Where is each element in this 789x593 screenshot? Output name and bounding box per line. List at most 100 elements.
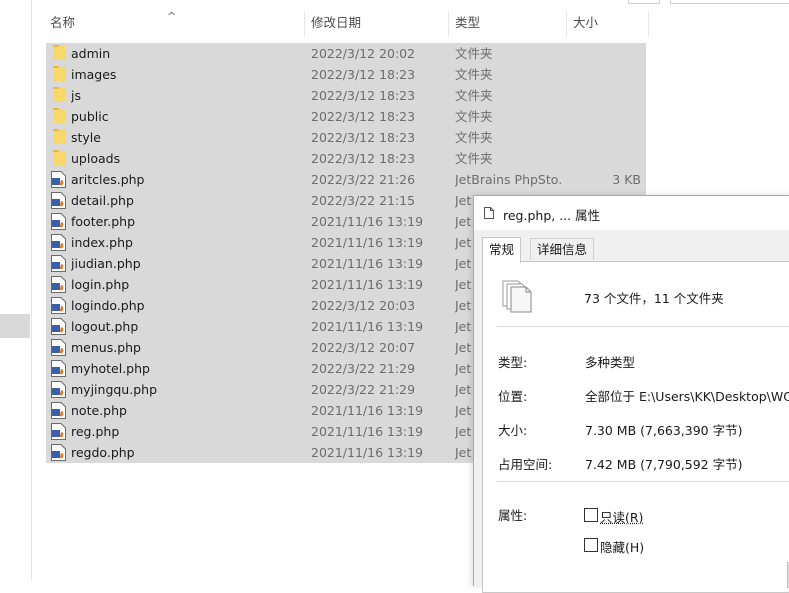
file-row[interactable]: public 2022/3/12 18:23 文件夹 — [46, 106, 646, 127]
file-name: myjingqu.php — [71, 382, 157, 397]
file-modified-date: 2022/3/12 18:23 — [311, 88, 416, 103]
file-modified-date: 2022/3/12 20:07 — [311, 340, 416, 355]
file-size — [566, 106, 641, 127]
file-modified-date: 2022/3/22 21:29 — [311, 382, 416, 397]
hidden-checkbox-label[interactable]: 隐藏(H) — [600, 537, 644, 556]
php-file-icon — [50, 316, 66, 337]
file-modified-date: 2022/3/22 21:15 — [311, 193, 416, 208]
folder-icon — [50, 85, 66, 106]
column-header-size-label: 大小 — [573, 15, 599, 30]
file-row[interactable]: admin 2022/3/12 20:02 文件夹 — [46, 43, 646, 64]
properties-dialog[interactable]: reg.php, ... 属性 常规 详细信息 73 个文件，11 个文件夹 类… — [473, 195, 789, 593]
disk-size-value: 7.42 MB (7,790,592 字节) — [585, 457, 743, 472]
file-size: 3 KB — [612, 172, 641, 187]
folder-icon — [50, 106, 66, 127]
file-name: jiudian.php — [71, 256, 141, 271]
toolbar-edge — [628, 0, 660, 4]
toolbar-edge — [670, 0, 789, 4]
file-name: detail.php — [71, 193, 134, 208]
column-divider[interactable] — [566, 11, 567, 37]
php-file-icon — [50, 253, 66, 274]
file-name: reg.php — [71, 424, 120, 439]
column-header-row: 名称 ^ 修改日期 类型 大小 — [46, 9, 649, 37]
folder-icon — [50, 148, 66, 169]
file-type: 文件夹 — [455, 67, 493, 82]
dialog-title-bar[interactable]: reg.php, ... 属性 — [474, 196, 789, 230]
file-size — [566, 64, 641, 85]
file-name: logout.php — [71, 319, 139, 334]
navigation-selected-item[interactable] — [0, 314, 30, 338]
document-icon — [484, 207, 494, 219]
file-modified-date: 2022/3/22 21:26 — [311, 172, 416, 187]
file-modified-date: 2022/3/12 18:23 — [311, 109, 416, 124]
php-file-icon — [50, 295, 66, 316]
file-row[interactable]: uploads 2022/3/12 18:23 文件夹 — [46, 148, 646, 169]
file-name: logindo.php — [71, 298, 145, 313]
file-modified-date: 2021/11/16 13:19 — [311, 235, 424, 250]
column-header-type[interactable]: 类型 — [451, 9, 565, 37]
navigation-pane[interactable] — [0, 0, 32, 580]
column-header-modified-label: 修改日期 — [311, 15, 362, 30]
php-file-icon — [50, 337, 66, 358]
php-file-icon — [50, 211, 66, 232]
file-modified-date: 2021/11/16 13:19 — [311, 214, 424, 229]
disk-size-label: 占用空间: — [498, 457, 553, 472]
php-file-icon — [50, 379, 66, 400]
folder-icon — [50, 64, 66, 85]
php-file-icon — [50, 358, 66, 379]
file-modified-date: 2022/3/12 18:23 — [311, 67, 416, 82]
php-file-icon — [50, 421, 66, 442]
file-modified-date: 2022/3/22 21:29 — [311, 361, 416, 376]
file-modified-date: 2021/11/16 13:19 — [311, 445, 424, 460]
file-row[interactable]: js 2022/3/12 18:23 文件夹 — [46, 85, 646, 106]
file-type: 文件夹 — [455, 151, 493, 166]
file-modified-date: 2021/11/16 13:19 — [311, 403, 424, 418]
file-name: index.php — [71, 235, 133, 250]
file-row[interactable]: images 2022/3/12 18:23 文件夹 — [46, 64, 646, 85]
file-size — [566, 85, 641, 106]
file-modified-date: 2022/3/12 18:23 — [311, 151, 416, 166]
location-value: 全部位于 E:\Users\KK\Desktop\WOF — [585, 389, 789, 404]
file-row[interactable]: style 2022/3/12 18:23 文件夹 — [46, 127, 646, 148]
file-size — [566, 148, 641, 169]
file-name: menus.php — [71, 340, 141, 355]
file-name: note.php — [71, 403, 127, 418]
column-header-name[interactable]: 名称 ^ — [46, 9, 303, 37]
tab-details[interactable]: 详细信息 — [530, 238, 595, 260]
readonly-checkbox[interactable] — [584, 508, 598, 522]
column-divider[interactable] — [304, 11, 305, 37]
file-name: footer.php — [71, 214, 136, 229]
size-label: 大小: — [498, 423, 528, 438]
php-file-icon — [50, 442, 66, 463]
column-divider[interactable] — [648, 11, 649, 37]
file-modified-date: 2021/11/16 13:19 — [311, 319, 424, 334]
tab-general[interactable]: 常规 — [482, 237, 522, 263]
file-type: 文件夹 — [455, 130, 493, 145]
divider — [497, 326, 789, 327]
hidden-checkbox[interactable] — [584, 538, 598, 552]
column-header-modified[interactable]: 修改日期 — [307, 9, 447, 37]
general-tab-panel: 73 个文件，11 个文件夹 类型: 多种类型 位置: 全部位于 E:\User… — [482, 261, 789, 593]
column-header-name-label: 名称 — [50, 15, 76, 30]
file-name: admin — [71, 46, 111, 61]
file-type: 文件夹 — [455, 88, 493, 103]
dialog-title: reg.php, ... 属性 — [503, 208, 601, 223]
php-file-icon — [50, 169, 66, 190]
readonly-checkbox-label[interactable]: 只读(R) — [600, 507, 643, 526]
type-label: 类型: — [498, 355, 528, 370]
file-name: regdo.php — [71, 445, 135, 460]
php-file-icon — [50, 232, 66, 253]
php-file-icon — [50, 190, 66, 211]
column-divider[interactable] — [448, 11, 449, 37]
file-modified-date: 2021/11/16 13:19 — [311, 424, 424, 439]
type-value: 多种类型 — [585, 355, 636, 370]
location-label: 位置: — [498, 389, 528, 404]
file-name: login.php — [71, 277, 130, 292]
file-modified-date: 2021/11/16 13:19 — [311, 277, 424, 292]
folder-icon — [50, 43, 66, 64]
column-header-size[interactable]: 大小 — [569, 9, 649, 37]
multiple-files-icon — [502, 280, 532, 313]
file-type: 文件夹 — [455, 109, 493, 124]
php-file-icon — [50, 274, 66, 295]
file-row[interactable]: aritcles.php 2022/3/22 21:26 JetBrains Php… — [46, 169, 646, 190]
